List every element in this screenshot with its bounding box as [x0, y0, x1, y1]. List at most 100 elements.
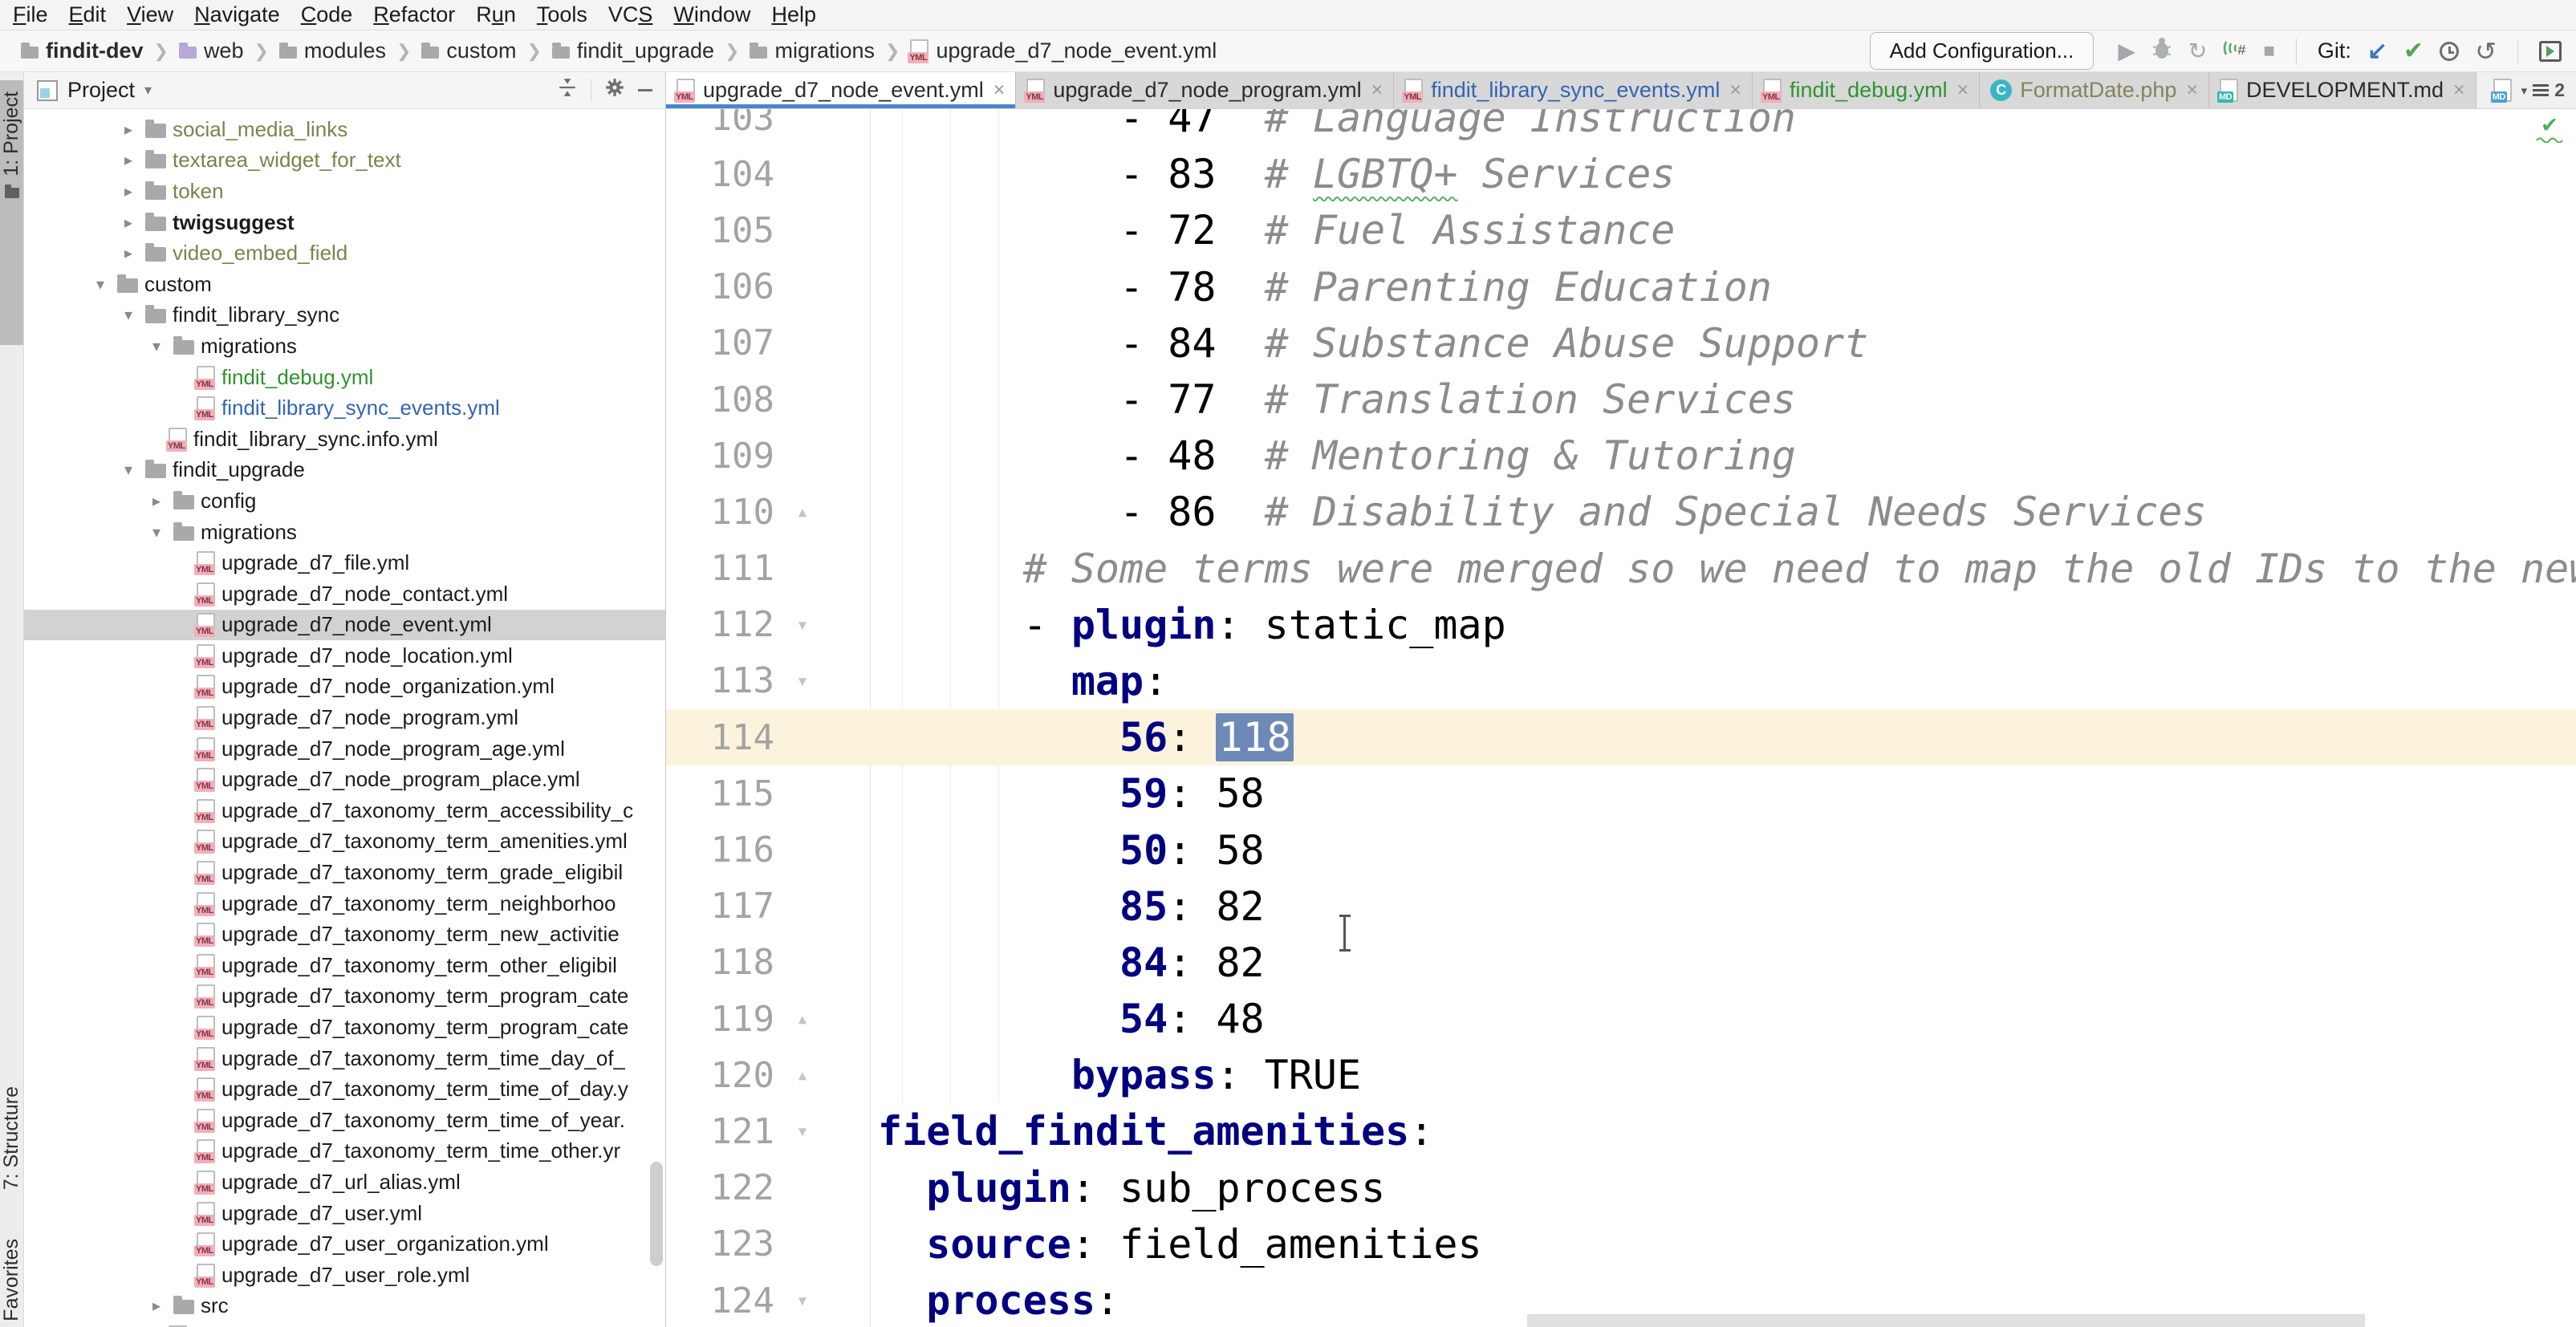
fold-marker-icon[interactable]: ▾: [774, 613, 831, 637]
menu-item-view[interactable]: View: [127, 2, 173, 27]
code-line-104[interactable]: 104 - 83 # LGBTQ+ Services: [666, 146, 2576, 202]
tree-item-upgrade-d7-url-alias-yml[interactable]: YMLupgrade_d7_url_alias.yml: [24, 1167, 665, 1198]
tree-item-upgrade-d7-user-organization-yml[interactable]: YMLupgrade_d7_user_organization.yml: [24, 1228, 665, 1260]
breadcrumb-item-web[interactable]: web: [179, 39, 244, 63]
tree-item-findit-upgrade[interactable]: ▾findit_upgrade: [24, 455, 665, 486]
coverage-icon[interactable]: ↻: [2188, 40, 2207, 63]
fold-marker-icon[interactable]: ▾: [774, 1119, 831, 1143]
menu-item-window[interactable]: Window: [673, 2, 750, 27]
git-rollback-icon[interactable]: ↺: [2475, 36, 2497, 67]
chevron-down-icon[interactable]: ▾: [118, 305, 139, 325]
fold-marker-icon[interactable]: ▾: [774, 1288, 831, 1313]
chevron-down-icon[interactable]: ▾: [146, 336, 167, 356]
tree-item-custom[interactable]: ▾custom: [24, 269, 665, 300]
git-commit-icon[interactable]: ✔: [2403, 37, 2424, 65]
tree-item-token[interactable]: ▸token: [24, 176, 665, 207]
code-line-107[interactable]: 107 - 84 # Substance Abuse Support: [666, 315, 2576, 371]
tree-item-migrations[interactable]: ▾migrations: [24, 517, 665, 548]
vertical-scrollbar[interactable]: [650, 1162, 663, 1266]
chevron-down-icon[interactable]: ▾: [118, 460, 139, 480]
tab-truncated[interactable]: MD: [2489, 72, 2517, 108]
code-line-114[interactable]: 114 56: 118: [666, 709, 2576, 765]
tab-formatdate-php[interactable]: CFormatDate.php×: [1980, 72, 2209, 108]
tab-findit-library-sync-events-yml[interactable]: YMLfindit_library_sync_events.yml×: [1394, 72, 1753, 108]
tree-item-upgrade-d7-taxonomy-term-grade-eligibil[interactable]: YMLupgrade_d7_taxonomy_term_grade_eligib…: [24, 857, 665, 888]
breadcrumb-item-findit-dev[interactable]: findit-dev: [21, 39, 144, 63]
code-line-113[interactable]: 113▾ map:: [666, 653, 2576, 709]
tree-item-upgrade-d7-taxonomy-term-new-activitie[interactable]: YMLupgrade_d7_taxonomy_term_new_activiti…: [24, 919, 665, 950]
hidden-tabs-dropdown[interactable]: ▾2: [2517, 72, 2576, 108]
inspection-ok-icon[interactable]: ✔: [2536, 112, 2563, 143]
code-line-117[interactable]: 117 85: 82: [666, 879, 2576, 935]
tree-item-upgrade-d7-file-yml[interactable]: YMLupgrade_d7_file.yml: [24, 547, 665, 578]
chevron-right-icon[interactable]: ▸: [146, 491, 167, 511]
tree-item-src[interactable]: ▸src: [24, 1291, 665, 1322]
code-line-108[interactable]: 108 - 77 # Translation Services: [666, 371, 2576, 428]
tree-item-upgrade-d7-user-role-yml[interactable]: YMLupgrade_d7_user_role.yml: [24, 1260, 665, 1291]
chevron-right-icon[interactable]: ▸: [146, 1296, 167, 1316]
tree-item-upgrade-d7-taxonomy-term-program-cate[interactable]: YMLupgrade_d7_taxonomy_term_program_cate: [24, 981, 665, 1012]
code-line-106[interactable]: 106 - 78 # Parenting Education: [666, 259, 2576, 315]
code-line-123[interactable]: 123 source: field_amenities: [666, 1216, 2576, 1272]
menu-item-file[interactable]: File: [13, 2, 48, 27]
tab-upgrade-d7-node-program-yml[interactable]: YMLupgrade_d7_node_program.yml×: [1016, 72, 1394, 108]
tab-findit-debug-yml[interactable]: YMLfindit_debug.yml×: [1753, 72, 1980, 108]
breadcrumb-item-custom[interactable]: custom: [421, 39, 516, 63]
tree-item-upgrade-d7-taxonomy-term-other-eligibil[interactable]: YMLupgrade_d7_taxonomy_term_other_eligib…: [24, 950, 665, 981]
close-icon[interactable]: ×: [1729, 79, 1741, 102]
chevron-right-icon[interactable]: ▸: [118, 213, 139, 233]
tree-item-upgrade-d7-node-event-yml[interactable]: YMLupgrade_d7_node_event.yml: [24, 610, 665, 641]
tree-item-upgrade-d7-node-contact-yml[interactable]: YMLupgrade_d7_node_contact.yml: [24, 578, 665, 610]
code-editor[interactable]: 103 - 47 # Language Instruction104 - 83 …: [666, 109, 2576, 1327]
close-icon[interactable]: ×: [1371, 79, 1383, 102]
tree-item-upgrade-d7-taxonomy-term-accessibility-c[interactable]: YMLupgrade_d7_taxonomy_term_accessibilit…: [24, 795, 665, 826]
sidebar-item-project[interactable]: 1: Project: [0, 80, 23, 345]
tree-item-upgrade-d7-taxonomy-term-time-of-day-y[interactable]: YMLupgrade_d7_taxonomy_term_time_of_day.…: [24, 1073, 665, 1105]
menu-item-tools[interactable]: Tools: [537, 2, 587, 27]
chevron-down-icon[interactable]: ▾: [90, 274, 111, 294]
attach-debugger-icon[interactable]: #]: [2223, 37, 2247, 65]
tree-item-upgrade-d7-node-program-place-yml[interactable]: YMLupgrade_d7_node_program_place.yml: [24, 764, 665, 795]
chevron-down-icon[interactable]: ▾: [144, 82, 152, 99]
project-panel-title[interactable]: Project: [67, 78, 135, 103]
tab-upgrade-d7-node-event-yml[interactable]: YMLupgrade_d7_node_event.yml×: [666, 72, 1016, 108]
tree-item-social-media-links[interactable]: ▸social_media_links: [24, 114, 665, 145]
menu-item-code[interactable]: Code: [301, 2, 353, 27]
breadcrumb-item-modules[interactable]: modules: [279, 39, 386, 63]
tree-item-upgrade-d7-taxonomy-term-amenities-yml[interactable]: YMLupgrade_d7_taxonomy_term_amenities.ym…: [24, 826, 665, 858]
tree-item-migrations[interactable]: ▾migrations: [24, 331, 665, 362]
tree-item-upgrade-d7-node-program-yml[interactable]: YMLupgrade_d7_node_program.yml: [24, 702, 665, 733]
tree-item-upgrade-d7-taxonomy-term-program-cate[interactable]: YMLupgrade_d7_taxonomy_term_program_cate: [24, 1012, 665, 1043]
tree-item-textarea-widget-for-text[interactable]: ▸textarea_widget_for_text: [24, 145, 665, 177]
horizontal-scrollbar[interactable]: [1527, 1314, 2365, 1327]
tree-item-config[interactable]: ▸config: [24, 485, 665, 517]
tab-development-md[interactable]: MDDEVELOPMENT.md×: [2209, 72, 2476, 108]
fold-marker-icon[interactable]: ▴: [774, 1063, 831, 1087]
tree-item-twigsuggest[interactable]: ▸twigsuggest: [24, 207, 665, 238]
breadcrumb-item-upgrade-d7-node-event-yml[interactable]: YMLupgrade_d7_node_event.yml: [910, 39, 1217, 63]
chevron-right-icon[interactable]: ▸: [118, 243, 139, 263]
code-line-109[interactable]: 109 - 48 # Mentoring & Tutoring: [666, 428, 2576, 484]
debug-icon[interactable]: [2151, 37, 2172, 65]
code-line-112[interactable]: 112▾ - plugin: static_map: [666, 597, 2576, 653]
tree-item-video-embed-field[interactable]: ▸video_embed_field: [24, 237, 665, 269]
code-line-118[interactable]: 118 84: 82: [666, 935, 2576, 991]
tree-item-upgrade-d7-user-yml[interactable]: YMLupgrade_d7_user.yml: [24, 1198, 665, 1229]
chevron-right-icon[interactable]: ▸: [118, 150, 139, 170]
fold-marker-icon[interactable]: ▴: [774, 500, 831, 524]
close-icon[interactable]: ×: [1957, 79, 1969, 102]
chevron-right-icon[interactable]: ▸: [118, 120, 139, 140]
code-line-121[interactable]: 121▾field_findit_amenities:: [666, 1103, 2576, 1159]
tree-item-upgrade-d7-taxonomy-term-time-of-year[interactable]: YMLupgrade_d7_taxonomy_term_time_of_year…: [24, 1105, 665, 1136]
tree-item-findit-debug-yml[interactable]: YMLfindit_debug.yml: [24, 362, 665, 393]
menu-item-vcs[interactable]: VCS: [608, 2, 653, 27]
tree-item-findit-library-sync-info-yml[interactable]: YMLfindit_library_sync.info.yml: [24, 424, 665, 455]
add-configuration-button[interactable]: Add Configuration...: [1870, 32, 2095, 70]
menu-item-navigate[interactable]: Navigate: [194, 2, 280, 27]
code-line-103[interactable]: 103 - 47 # Language Instruction: [666, 109, 2576, 146]
menu-item-edit[interactable]: Edit: [69, 2, 107, 27]
chevron-down-icon[interactable]: ▾: [146, 522, 167, 542]
tree-item-upgrade-d7-taxonomy-term-time-other-yr[interactable]: YMLupgrade_d7_taxonomy_term_time_other.y…: [24, 1136, 665, 1167]
tree-item-item[interactable]: YML: [24, 1321, 665, 1327]
tree-item-upgrade-d7-taxonomy-term-time-day-of[interactable]: YMLupgrade_d7_taxonomy_term_time_day_of_: [24, 1043, 665, 1074]
